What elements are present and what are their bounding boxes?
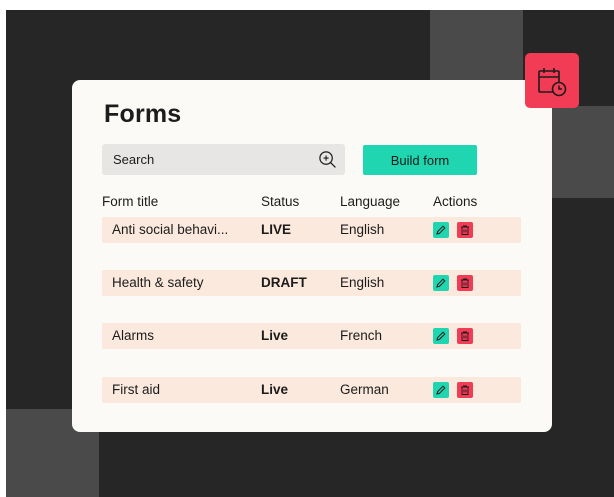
- table-row: First aid Live German: [102, 377, 521, 403]
- actions-cell: [433, 217, 473, 243]
- status-badge: Live: [261, 328, 289, 343]
- edit-button[interactable]: [433, 328, 449, 344]
- column-header-form-title: Form title: [102, 194, 159, 209]
- delete-icon: [461, 385, 469, 395]
- language-cell: English: [340, 275, 385, 290]
- form-title-cell: First aid: [112, 382, 161, 397]
- search-placeholder: Search: [113, 152, 155, 167]
- search-input[interactable]: Search: [102, 144, 345, 175]
- status-badge: Live: [261, 382, 289, 397]
- column-header-language: Language: [340, 194, 401, 209]
- edit-icon: [436, 331, 446, 341]
- calendar-clock-icon: [538, 67, 567, 96]
- forms-card: Forms Search Build form Form title Statu…: [72, 80, 552, 432]
- column-header-actions: Actions: [433, 194, 478, 209]
- table-row: Alarms Live French: [102, 323, 521, 349]
- language-cell: German: [340, 382, 389, 397]
- form-title-cell: Health & safety: [112, 275, 204, 290]
- build-form-button[interactable]: Build form: [363, 145, 477, 175]
- edit-button[interactable]: [433, 222, 449, 238]
- form-title-cell: Alarms: [112, 328, 155, 343]
- edit-button[interactable]: [433, 275, 449, 291]
- actions-cell: [433, 270, 473, 296]
- language-cell: French: [340, 328, 383, 343]
- table-header: Form title Status Language Actions: [102, 194, 522, 212]
- form-title-cell: Anti social behavi...: [112, 222, 229, 237]
- delete-button[interactable]: [457, 275, 473, 291]
- edit-icon: [436, 385, 446, 395]
- language-cell: English: [340, 222, 385, 237]
- edit-icon: [436, 278, 446, 288]
- table-row: Health & safety DRAFT English: [102, 270, 521, 296]
- actions-cell: [433, 377, 473, 403]
- column-header-status: Status: [261, 194, 300, 209]
- table-row: Anti social behavi... LIVE English: [102, 217, 521, 243]
- stage: Forms Search Build form Form title Statu…: [0, 0, 614, 497]
- actions-cell: [433, 323, 473, 349]
- delete-button[interactable]: [457, 222, 473, 238]
- status-badge: DRAFT: [261, 275, 307, 290]
- delete-icon: [461, 331, 469, 341]
- page-title: Forms: [104, 100, 182, 128]
- delete-button[interactable]: [457, 382, 473, 398]
- status-badge: LIVE: [261, 222, 292, 237]
- zoom-in-icon[interactable]: [318, 150, 337, 169]
- calendar-badge[interactable]: [525, 53, 579, 108]
- delete-icon: [461, 278, 469, 288]
- edit-button[interactable]: [433, 382, 449, 398]
- delete-button[interactable]: [457, 328, 473, 344]
- edit-icon: [436, 225, 446, 235]
- delete-icon: [461, 225, 469, 235]
